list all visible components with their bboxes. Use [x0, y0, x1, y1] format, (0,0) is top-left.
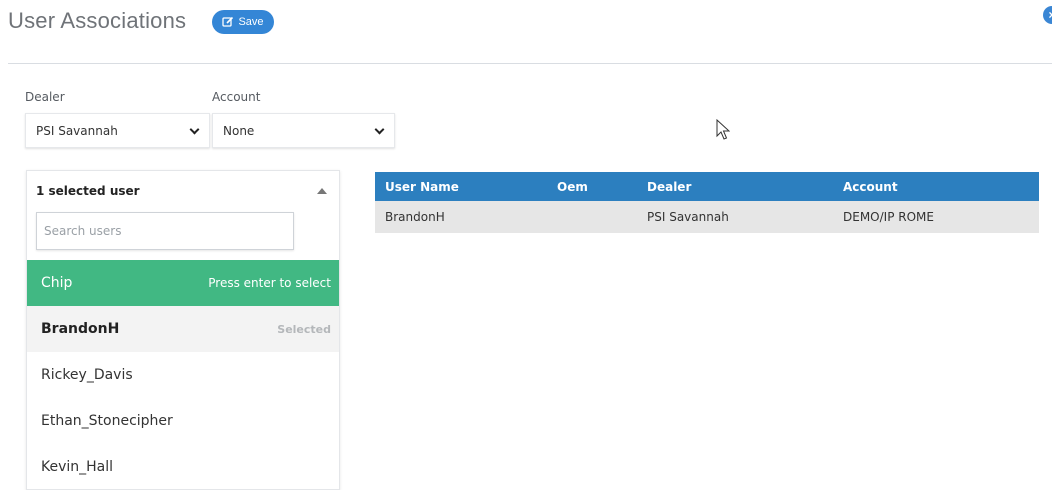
associations-table: User Name Oem Dealer Account BrandonH PS… [375, 172, 1039, 233]
table-header-row: User Name Oem Dealer Account [375, 172, 1039, 201]
page-title: User Associations [8, 8, 187, 33]
chevron-down-icon [375, 126, 384, 135]
dealer-label: Dealer [25, 90, 65, 104]
user-option-brandonh[interactable]: BrandonH Selected [27, 306, 339, 352]
user-multiselect[interactable]: 1 selected user Chip Press enter to sele… [26, 170, 340, 490]
header-divider [8, 63, 1052, 64]
dealer-select-value: PSI Savannah [36, 123, 118, 138]
user-option-rickey-davis[interactable]: Rickey_Davis [27, 352, 339, 398]
chevron-down-icon [190, 126, 199, 135]
user-option-kevin-hall[interactable]: Kevin_Hall [27, 444, 339, 490]
close-icon[interactable]: × [1043, 6, 1052, 24]
user-list: Chip Press enter to select BrandonH Sele… [27, 260, 339, 490]
chevron-up-icon[interactable] [317, 188, 327, 194]
cell-dealer: PSI Savannah [637, 201, 833, 233]
search-users-input[interactable] [36, 212, 294, 250]
user-option-name: Kevin_Hall [41, 459, 114, 475]
user-option-name: BrandonH [41, 321, 120, 337]
dealer-select[interactable]: PSI Savannah [25, 113, 210, 148]
account-select-value: None [223, 123, 255, 138]
user-option-name: Rickey_Davis [41, 367, 133, 383]
selected-user-count: 1 selected user [36, 184, 140, 198]
account-label: Account [212, 90, 261, 104]
user-option-name: Ethan_Stonecipher [41, 413, 173, 429]
mouse-pointer-icon [716, 118, 731, 146]
table-row[interactable]: BrandonH PSI Savannah DEMO/IP ROME [375, 201, 1039, 233]
edit-icon [222, 16, 234, 28]
user-option-hint: Press enter to select [208, 276, 331, 290]
account-select[interactable]: None [212, 113, 395, 148]
column-header-oem[interactable]: Oem [547, 172, 637, 201]
save-label: Save [238, 16, 264, 28]
cell-account: DEMO/IP ROME [833, 201, 1039, 233]
column-header-dealer[interactable]: Dealer [637, 172, 833, 201]
user-option-hint: Selected [277, 322, 331, 336]
user-option-ethan-stonecipher[interactable]: Ethan_Stonecipher [27, 398, 339, 444]
user-option-chip[interactable]: Chip Press enter to select [27, 260, 339, 306]
save-button[interactable]: Save [212, 10, 274, 34]
cell-user-name: BrandonH [375, 201, 547, 233]
column-header-account[interactable]: Account [833, 172, 1039, 201]
user-option-name: Chip [41, 275, 73, 291]
column-header-user-name[interactable]: User Name [375, 172, 547, 201]
user-multiselect-header[interactable]: 1 selected user [27, 171, 339, 211]
cell-oem [547, 201, 637, 233]
